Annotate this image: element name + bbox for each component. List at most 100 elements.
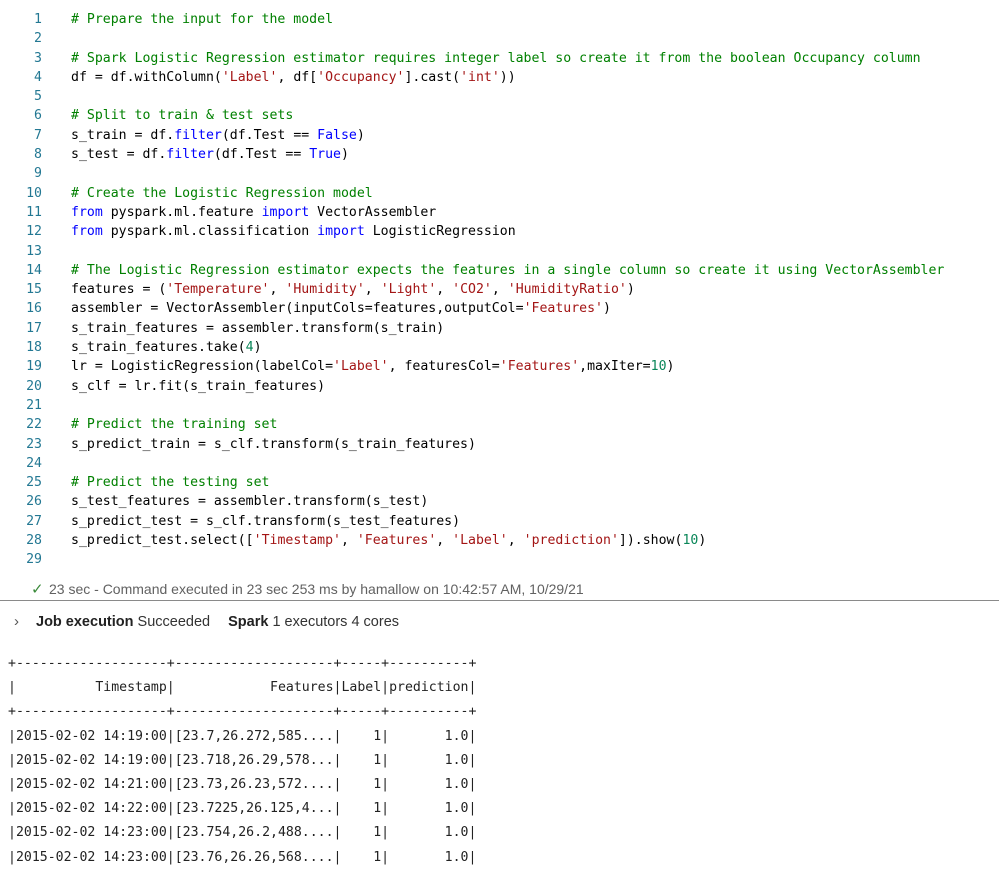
code-line[interactable]: 9 — [0, 164, 999, 183]
code-token: , — [436, 282, 453, 298]
code-editor[interactable]: 1 # Prepare the input for the model 2 3 # Sp… — [0, 10, 999, 570]
code-line[interactable]: 15 features = ('Temperature', 'Humidity',… — [0, 280, 999, 299]
code-line[interactable]: 22 # Predict the training set — [0, 415, 999, 434]
code-line[interactable]: 3 # Spark Logistic Regression estimator r… — [0, 49, 999, 68]
output-line: |2015-02-02 14:23:00|[23.76,26.26,568...… — [8, 849, 477, 865]
output-line: |2015-02-02 14:19:00|[23.7,26.272,585...… — [8, 728, 477, 744]
code-token: ) — [698, 533, 707, 549]
code-line[interactable]: 7 s_train = df.filter(df.Test == False) — [0, 126, 999, 145]
code-token: assembler = VectorAssembler(inputCols=fe… — [71, 301, 524, 317]
code-token: s_clf = lr.fit(s_train_features) — [71, 378, 326, 394]
code-token: # The Logistic Regression estimator expe… — [71, 262, 945, 278]
code-line[interactable]: 24 — [0, 454, 999, 473]
code-line[interactable]: 13 — [0, 242, 999, 261]
code-token: 'Label' — [221, 69, 278, 85]
line-number: 5 — [34, 89, 42, 105]
code-token: LogisticRegression — [364, 224, 516, 240]
code-token: (df.Test == — [221, 127, 318, 143]
code-token: True — [309, 147, 341, 163]
code-token: 'Humidity' — [285, 282, 365, 298]
code-token: features = ( — [71, 282, 167, 298]
code-token: 'prediction' — [523, 533, 619, 549]
line-number: 4 — [34, 69, 42, 85]
code-token: ) — [626, 282, 635, 298]
code-token: , — [507, 533, 524, 549]
job-execution-bar[interactable]: › Job execution Succeeded Spark 1 executo… — [14, 612, 399, 632]
line-number: 9 — [34, 166, 42, 182]
code-token: s_train_features.take( — [71, 340, 246, 356]
code-line[interactable]: 1 # Prepare the input for the model — [0, 10, 999, 29]
line-number: 21 — [26, 397, 42, 413]
code-token: ) — [340, 147, 349, 163]
cell-divider — [0, 600, 999, 601]
code-token: False — [317, 127, 357, 143]
checkmark-icon: ✓ — [31, 581, 44, 598]
code-line[interactable]: 12 from pyspark.ml.classification import … — [0, 222, 999, 241]
code-line[interactable]: 27 s_predict_test = s_clf.transform(s_tes… — [0, 512, 999, 531]
line-number: 12 — [26, 224, 42, 240]
spark-info: 1 executors 4 cores — [272, 614, 400, 630]
code-token: filter — [166, 147, 214, 163]
execution-status: ✓ 23 sec - Command executed in 23 sec 253… — [31, 579, 584, 599]
code-token: pyspark.ml.feature — [102, 204, 262, 220]
code-line[interactable]: 8 s_test = df.filter(df.Test == True) — [0, 145, 999, 164]
line-number: 15 — [26, 282, 42, 298]
code-token: s_predict_test.select([ — [71, 533, 254, 549]
code-line[interactable]: 10 # Create the Logistic Regression model — [0, 184, 999, 203]
code-line[interactable]: 19 lr = LogisticRegression(labelCol='Labe… — [0, 357, 999, 376]
code-token: s_test = df. — [71, 147, 167, 163]
job-status: Succeeded — [137, 614, 211, 630]
code-token: import — [317, 224, 365, 240]
code-token: , — [436, 533, 453, 549]
line-number: 23 — [26, 436, 42, 452]
code-line[interactable]: 2 — [0, 29, 999, 48]
code-line[interactable]: 26 s_test_features = assembler.transform(… — [0, 492, 999, 511]
code-line[interactable]: 28 s_predict_test.select(['Timestamp', 'F… — [0, 531, 999, 550]
code-token: , — [364, 282, 381, 298]
code-token: ,maxIter= — [579, 359, 651, 375]
code-token: 'Features' — [356, 533, 437, 549]
code-token: import — [261, 204, 310, 220]
code-token: s_train = df. — [71, 127, 175, 143]
chevron-right-icon[interactable]: › — [14, 612, 36, 632]
code-token: # Predict the training set — [71, 417, 278, 433]
code-token: # Split to train & test sets — [71, 108, 294, 124]
code-token: , featuresCol= — [388, 359, 500, 375]
line-number: 20 — [26, 378, 42, 394]
line-number: 2 — [34, 31, 42, 47]
code-line[interactable]: 11 from pyspark.ml.feature import VectorA… — [0, 203, 999, 222]
code-token: (df.Test == — [213, 147, 310, 163]
code-line[interactable]: 20 s_clf = lr.fit(s_train_features) — [0, 377, 999, 396]
output-line: |2015-02-02 14:22:00|[23.7225,26.125,4..… — [8, 801, 477, 817]
code-line[interactable]: 17 s_train_features = assembler.transform… — [0, 319, 999, 338]
code-line[interactable]: 23 s_predict_train = s_clf.transform(s_tr… — [0, 435, 999, 454]
line-number: 16 — [26, 301, 42, 317]
code-line[interactable]: 5 — [0, 87, 999, 106]
code-token: df = df.withColumn( — [71, 69, 222, 85]
code-token: 'int' — [460, 69, 500, 85]
code-line[interactable]: 16 assembler = VectorAssembler(inputCols=… — [0, 299, 999, 318]
line-number: 19 — [26, 359, 42, 375]
code-token: ]).show( — [618, 533, 683, 549]
code-token: 4 — [245, 340, 254, 356]
code-token: , df[ — [277, 69, 318, 85]
code-line[interactable]: 6 # Split to train & test sets — [0, 106, 999, 125]
code-token: lr = LogisticRegression(labelCol= — [71, 359, 334, 375]
code-line[interactable]: 29 — [0, 550, 999, 569]
line-number: 22 — [26, 417, 42, 433]
code-token: , — [491, 282, 508, 298]
code-line[interactable]: 18 s_train_features.take(4) — [0, 338, 999, 357]
code-line[interactable]: 25 # Predict the testing set — [0, 473, 999, 492]
code-token: s_predict_train = s_clf.transform(s_trai… — [71, 436, 476, 452]
code-line[interactable]: 14 # The Logistic Regression estimator ex… — [0, 261, 999, 280]
code-line[interactable]: 21 — [0, 396, 999, 415]
output-line: |2015-02-02 14:21:00|[23.73,26.23,572...… — [8, 776, 477, 792]
code-token: ) — [602, 301, 611, 317]
output-line: +-------------------+-------------------… — [8, 656, 477, 671]
line-number: 17 — [26, 320, 42, 336]
code-token: ].cast( — [404, 69, 461, 85]
code-token: 'Features' — [523, 301, 603, 317]
spark-label: Spark — [228, 614, 269, 630]
output-line: |2015-02-02 14:23:00|[23.754,26.2,488...… — [8, 825, 477, 841]
code-line[interactable]: 4 df = df.withColumn('Label', df['Occupan… — [0, 68, 999, 87]
